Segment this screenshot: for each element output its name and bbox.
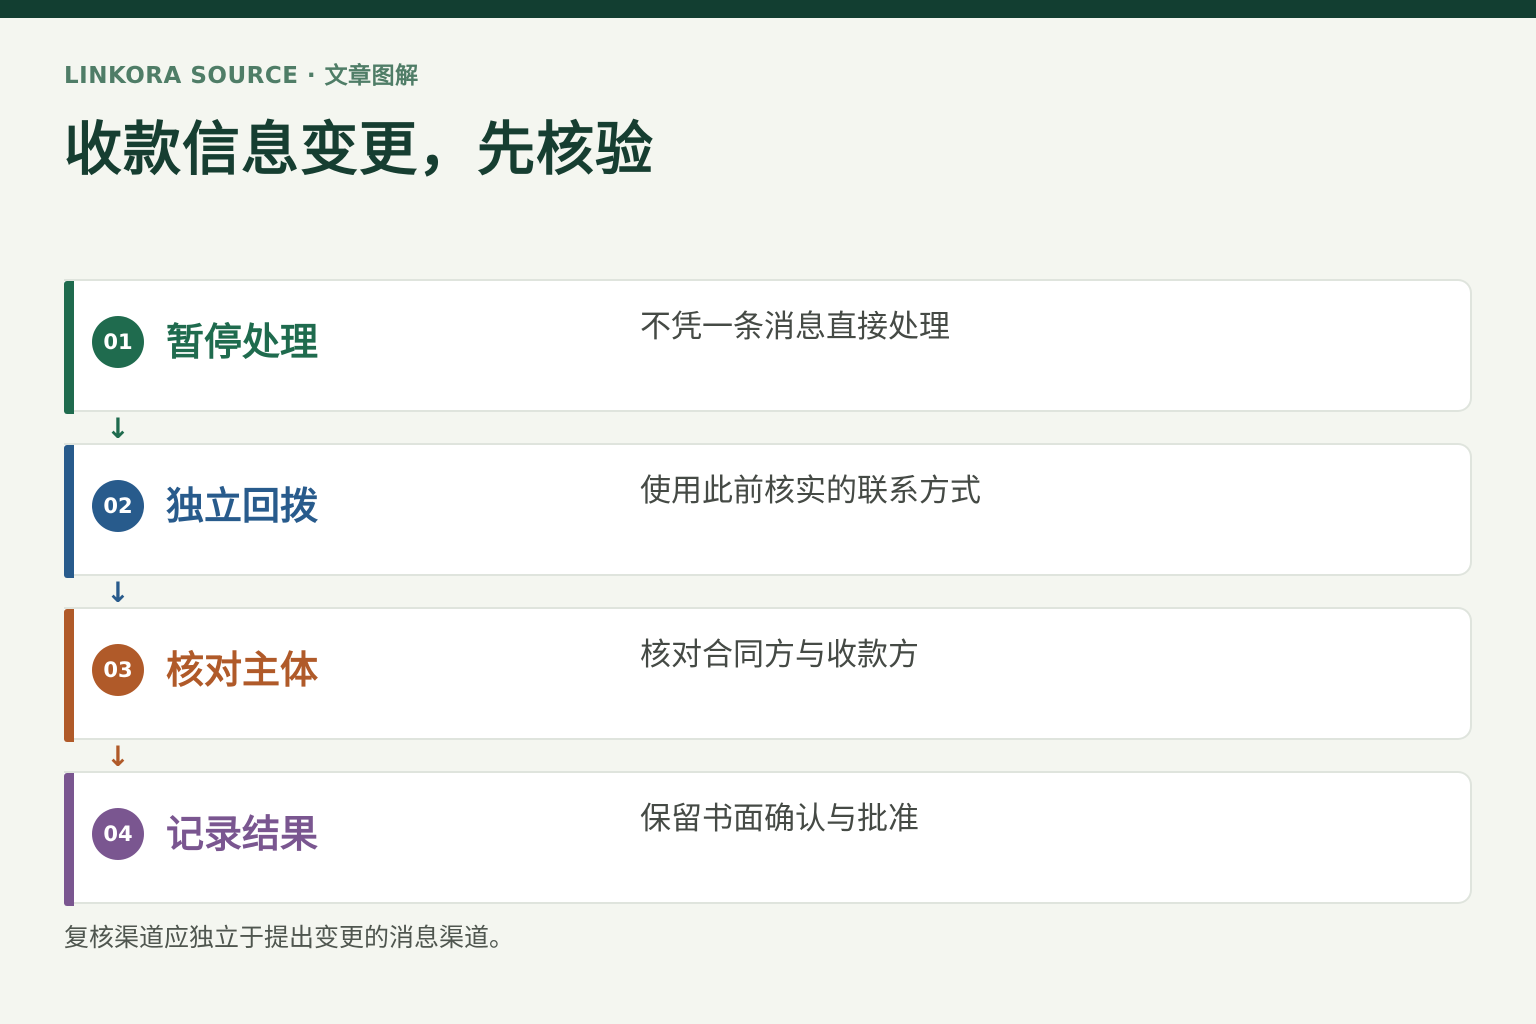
step-number-badge: 01 bbox=[92, 316, 144, 368]
source-label: LINKORA SOURCE · 文章图解 bbox=[64, 63, 419, 89]
top-accent-bar bbox=[0, 0, 1536, 18]
step-title: 独立回拨 bbox=[166, 484, 319, 528]
step-card-3: 03 核对主体 核对合同方与收款方 bbox=[64, 607, 1472, 742]
step-accent-bar bbox=[64, 445, 74, 578]
down-arrow-icon: ↓ bbox=[106, 412, 130, 445]
step-accent-bar bbox=[64, 609, 74, 742]
footnote: 复核渠道应独立于提出变更的消息渠道。 bbox=[64, 923, 515, 952]
step-card-2: 02 独立回拨 使用此前核实的联系方式 bbox=[64, 443, 1472, 578]
page-title: 收款信息变更，先核验 bbox=[64, 115, 655, 183]
step-title: 暂停处理 bbox=[166, 320, 319, 364]
step-number-badge: 03 bbox=[92, 644, 144, 696]
step-description: 保留书面确认与批准 bbox=[640, 801, 919, 837]
down-arrow-icon: ↓ bbox=[106, 576, 130, 609]
step-description: 使用此前核实的联系方式 bbox=[640, 473, 981, 509]
step-card-1: 01 暂停处理 不凭一条消息直接处理 bbox=[64, 279, 1472, 414]
step-description: 不凭一条消息直接处理 bbox=[640, 309, 950, 345]
step-description: 核对合同方与收款方 bbox=[640, 637, 919, 673]
step-accent-bar bbox=[64, 773, 74, 906]
step-accent-bar bbox=[64, 281, 74, 414]
step-title: 核对主体 bbox=[166, 648, 319, 692]
step-number-badge: 02 bbox=[92, 480, 144, 532]
step-title: 记录结果 bbox=[166, 812, 319, 856]
step-card-4: 04 记录结果 保留书面确认与批准 bbox=[64, 771, 1472, 906]
down-arrow-icon: ↓ bbox=[106, 740, 130, 773]
step-number-badge: 04 bbox=[92, 808, 144, 860]
infographic-page: LINKORA SOURCE · 文章图解 收款信息变更，先核验 01 暂停处理… bbox=[0, 0, 1536, 1024]
